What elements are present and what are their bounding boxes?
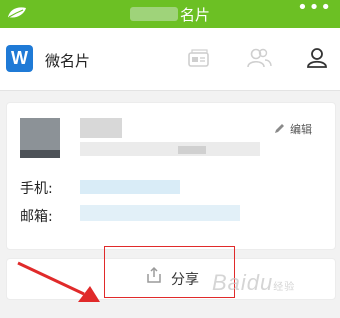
watermark-text: Baidu xyxy=(212,270,274,295)
watermark: Baidu经验 xyxy=(212,270,295,296)
watermark-sub: 经验 xyxy=(273,282,296,293)
